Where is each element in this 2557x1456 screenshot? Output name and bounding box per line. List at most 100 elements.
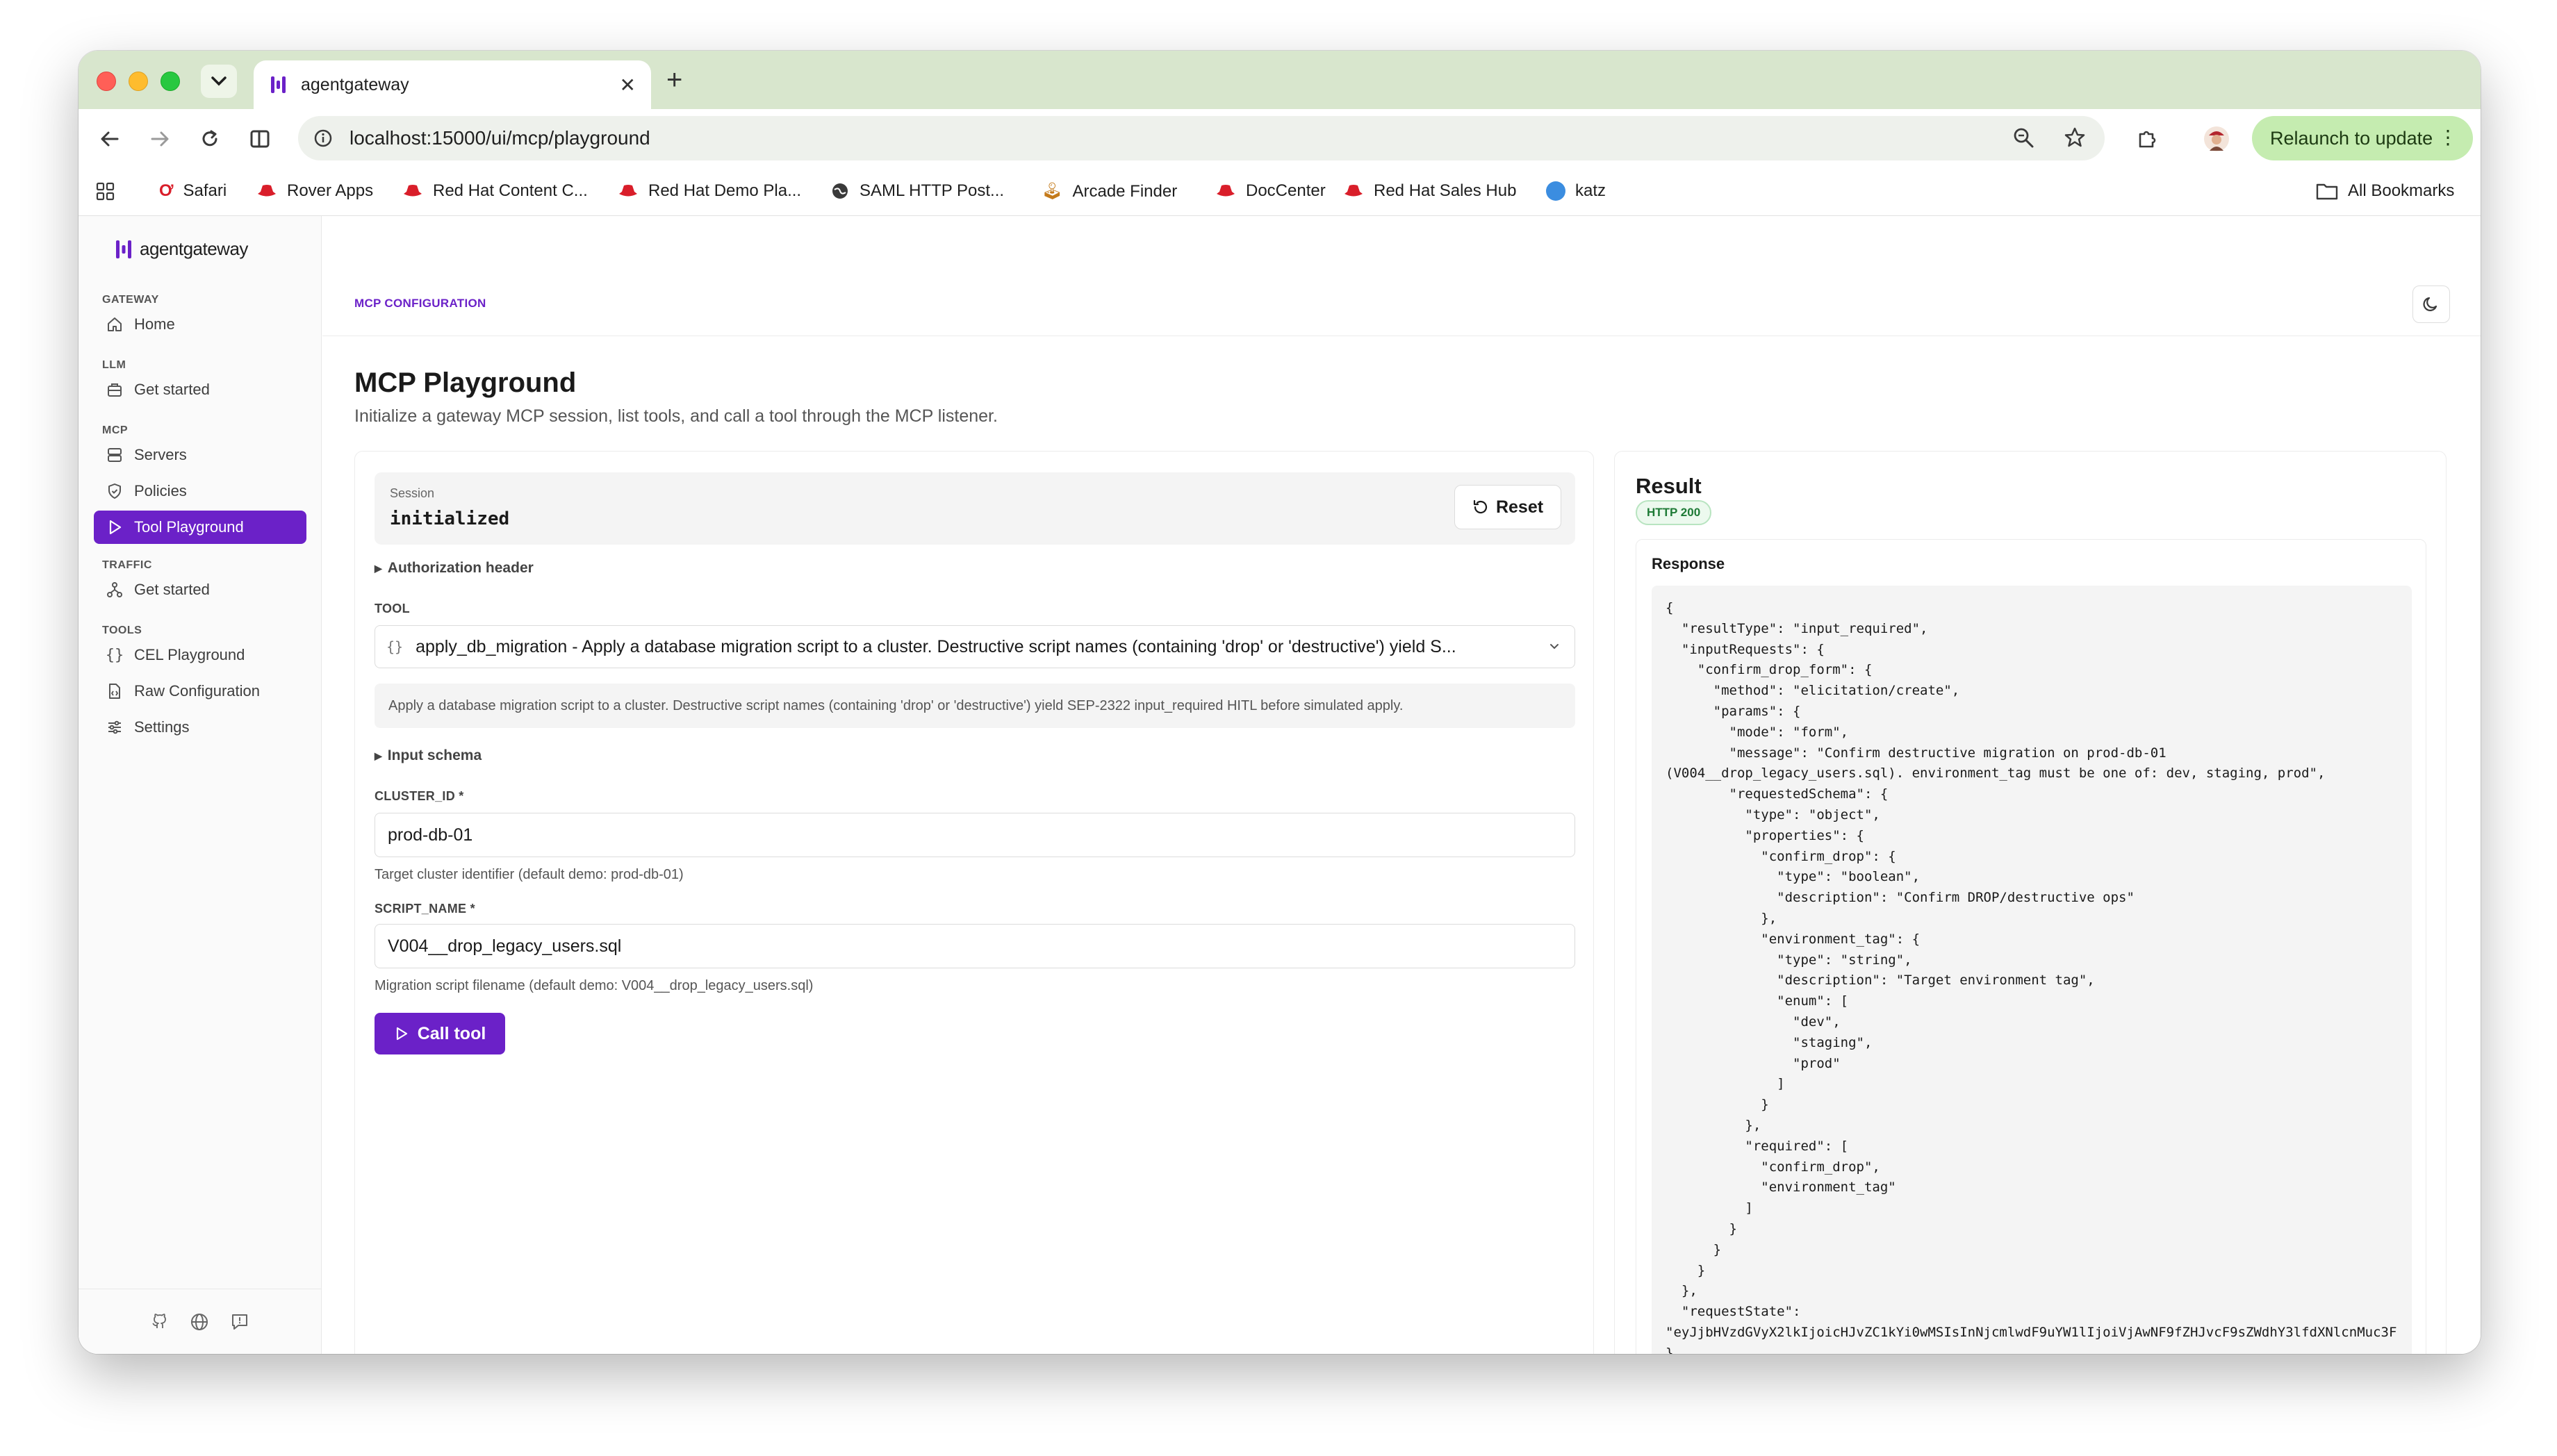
bookmark-red-hat-content[interactable]: Red Hat Content C... [402,181,588,201]
logo[interactable]: agentgateway [115,238,248,260]
server-icon [105,445,124,465]
tool-select[interactable]: {} apply_db_migration - Apply a database… [375,625,1575,668]
moon-icon [2423,297,2437,311]
sidebar-item-raw-configuration[interactable]: Raw Configuration [94,675,306,708]
tool-select-value: apply_db_migration - Apply a database mi… [416,636,1456,656]
redhat-icon [404,185,422,197]
sidebar-item-cel-playground[interactable]: {} CEL Playground [94,638,306,672]
reload-button[interactable] [194,123,226,155]
session-panel: Session initialized Reset [375,472,1575,545]
tool-description: Apply a database migration script to a c… [375,684,1575,728]
redhat-icon [1345,185,1363,197]
authorization-header-label: Authorization header [387,560,534,576]
theme-toggle-button[interactable] [2412,286,2450,323]
globe-icon[interactable] [190,1312,209,1332]
new-tab-button[interactable]: + [666,66,682,94]
cluster-id-input[interactable]: prod-db-01 [375,813,1575,857]
bookmark-doccenter[interactable]: DocCenter [1215,181,1326,201]
bookmark-red-hat-demo[interactable]: Red Hat Demo Pla... [618,181,801,201]
cluster-id-label: CLUSTER_ID * [375,789,464,803]
script-name-input[interactable]: V004__drop_legacy_users.sql [375,924,1575,968]
braces-icon: {} [105,646,124,664]
bookmark-saml-http[interactable]: SAML HTTP Post... [830,181,1004,201]
maximize-window-button[interactable] [161,72,180,91]
reset-button[interactable]: Reset [1454,485,1561,529]
section-mcp: MCP [102,424,129,436]
tab-title: agentgateway [301,74,409,94]
minimize-window-button[interactable] [129,72,148,91]
sidebar-item-servers[interactable]: Servers [94,438,306,472]
zoom-icon[interactable] [2012,126,2035,149]
status-badge: HTTP 200 [1636,500,1712,525]
relaunch-to-update-button[interactable]: Relaunch to update ⋮ [2252,116,2473,160]
forward-button[interactable] [144,123,176,155]
section-gateway: GATEWAY [102,294,159,306]
package-icon [105,380,124,399]
shield-icon [105,481,124,501]
relaunch-label: Relaunch to update [2270,127,2433,149]
cluster-id-help: Target cluster identifier (default demo:… [375,867,684,882]
sidebar-item-tool-playground[interactable]: Tool Playground [94,511,306,544]
bookmark-label: Red Hat Demo Pla... [648,181,802,200]
tab-search-button[interactable] [201,65,237,98]
section-traffic: TRAFFIC [102,559,152,571]
bookmark-label: Arcade Finder [1072,181,1178,201]
sidebar-item-label: Servers [134,446,187,463]
github-icon[interactable] [151,1313,169,1331]
sidebar-item-home[interactable]: Home [94,308,306,341]
sidebar-footer [79,1289,321,1354]
arrow-right-icon [151,131,169,147]
bookmark-arcade-finder[interactable]: 🕹 Arcade Finder [1042,181,1177,201]
redhat-icon [258,185,276,197]
all-bookmarks-button[interactable]: All Bookmarks [2316,181,2454,201]
more-vert-icon[interactable]: ⋮ [2438,126,2458,149]
bookmark-label: Rover Apps [287,181,374,200]
bookmark-star-icon[interactable] [2063,126,2087,149]
feedback-icon[interactable] [230,1312,249,1332]
address-bar[interactable]: localhost:15000/ui/mcp/playground [298,116,2105,160]
sidebar: agentgateway GATEWAY Home LLM Get starte… [79,216,322,1354]
input-schema-toggle[interactable]: ▶ Input schema [375,747,482,764]
app-root: agentgateway GATEWAY Home LLM Get starte… [79,216,2481,1354]
sidebar-item-settings[interactable]: Settings [94,711,306,744]
url-text[interactable]: localhost:15000/ui/mcp/playground [350,127,650,149]
response-json: { "resultType": "input_required", "input… [1666,600,2397,1354]
close-tab-icon[interactable]: ✕ [620,74,636,97]
response-label: Response [1652,555,1725,572]
sidebar-item-label: Settings [134,718,190,736]
bookmark-rover-apps[interactable]: Rover Apps [256,181,373,201]
caret-right-icon: ▶ [375,562,382,574]
profile-avatar[interactable] [2201,123,2233,155]
puzzle-icon [2139,131,2156,148]
bookmark-label: Safari [183,181,227,200]
sidebar-item-policies[interactable]: Policies [94,474,306,508]
bookmark-red-hat-sales-hub[interactable]: Red Hat Sales Hub [1343,181,1516,201]
apps-grid-button[interactable] [95,181,116,202]
browser-window: agentgateway ✕ + localhost:15000/ui/mcp/… [79,51,2481,1354]
sidebar-item-label: Home [134,315,175,333]
bookmark-safari[interactable]: Ơ Safari [159,181,227,201]
redhat-icon [1217,185,1235,197]
bookmark-label: Red Hat Content C... [433,181,588,200]
back-button[interactable] [94,123,126,155]
extensions-button[interactable] [2131,123,2163,155]
bookmarks-bar: Ơ Safari Rover Apps Red Hat Content C...… [79,169,2481,216]
grid-icon [96,182,115,201]
sidebar-item-label: Raw Configuration [134,682,260,700]
bookmark-katz[interactable]: katz [1546,181,1606,201]
authorization-header-toggle[interactable]: ▶ Authorization header [375,560,534,577]
reset-label: Reset [1495,497,1544,517]
sidebar-item-traffic-get-started[interactable]: Get started [94,573,306,606]
browser-tab[interactable]: agentgateway ✕ [254,60,651,109]
sidebar-item-label: Get started [134,581,210,598]
sidebar-item-llm-get-started[interactable]: Get started [94,373,306,406]
bookmark-label: Red Hat Sales Hub [1374,181,1517,200]
close-window-button[interactable] [97,72,116,91]
breadcrumb: MCP CONFIGURATION [354,297,486,310]
side-panel-button[interactable] [244,123,276,155]
response-code-block[interactable]: { "resultType": "input_required", "input… [1652,586,2412,1354]
sliders-icon [105,718,124,737]
call-tool-button[interactable]: Call tool [375,1013,505,1054]
arrow-left-icon [101,131,119,147]
info-icon[interactable] [313,129,333,148]
